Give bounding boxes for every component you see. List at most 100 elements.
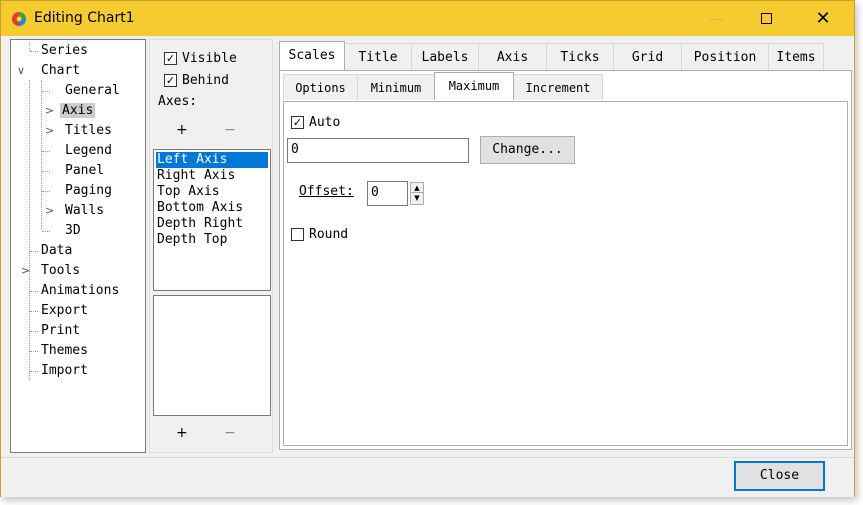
- close-window-button[interactable]: ✕: [800, 1, 846, 36]
- tree-item-paging[interactable]: Paging: [63, 182, 114, 200]
- chevron-down-icon[interactable]: ∨: [17, 62, 27, 80]
- chevron-right-icon[interactable]: >: [45, 202, 55, 220]
- tree-item-legend[interactable]: Legend: [63, 142, 114, 160]
- tree-item-data[interactable]: Data: [39, 242, 74, 260]
- tree-item-export[interactable]: Export: [39, 302, 90, 320]
- tree-connector: [41, 80, 42, 230]
- tree-item-general[interactable]: General: [63, 82, 122, 100]
- chevron-right-icon[interactable]: >: [45, 122, 55, 140]
- axes-label: Axes:: [158, 94, 198, 109]
- tree-item-label: Chart: [41, 63, 81, 78]
- tree-item-panel[interactable]: Panel: [63, 162, 106, 180]
- tree-item-titles[interactable]: Titles: [63, 122, 114, 140]
- change-button[interactable]: Change...: [480, 136, 575, 164]
- close-icon: ✕: [815, 8, 831, 29]
- offset-label: Offset:: [299, 184, 354, 199]
- chevron-right-icon[interactable]: >: [21, 262, 31, 280]
- tree-connector: [42, 191, 50, 192]
- spin-up-icon[interactable]: ▲: [411, 183, 423, 193]
- subtab-increment[interactable]: Increment: [513, 74, 603, 100]
- list-item[interactable]: Bottom Axis: [154, 200, 270, 216]
- tab-scales[interactable]: Scales: [279, 41, 345, 70]
- auto-label: Auto: [309, 115, 341, 130]
- minimize-button[interactable]: —: [694, 1, 740, 36]
- tab-items[interactable]: Items: [768, 43, 824, 70]
- add-axis-button[interactable]: +: [176, 122, 188, 138]
- tree-item-label: Series: [41, 43, 88, 58]
- tree-connector: [30, 51, 38, 52]
- maximize-button[interactable]: [743, 1, 789, 36]
- remove-axis-button[interactable]: −: [224, 122, 236, 138]
- round-checkbox[interactable]: [291, 228, 304, 241]
- options-tree: Series ∨ Chart General > Axis > Titles L…: [10, 39, 146, 453]
- maximize-icon: [760, 13, 772, 24]
- tree-connector: [29, 80, 30, 380]
- tree-item-axis[interactable]: Axis: [60, 102, 96, 120]
- add-custom-axis-button[interactable]: +: [176, 425, 188, 441]
- scales-panel: Options Minimum Maximum Increment ✓ Auto…: [279, 70, 852, 450]
- tree-connector: [42, 91, 50, 92]
- list-item[interactable]: Depth Top: [154, 232, 270, 248]
- tree-item-animations[interactable]: Animations: [39, 282, 121, 300]
- axes-list[interactable]: Left Axis Right Axis Top Axis Bottom Axi…: [153, 149, 271, 291]
- tree-item-label: 3D: [65, 223, 81, 238]
- tab-ticks[interactable]: Ticks: [546, 43, 614, 70]
- tab-labels[interactable]: Labels: [411, 43, 479, 70]
- tree-item-import[interactable]: Import: [39, 362, 90, 380]
- maximum-value-input[interactable]: 0: [287, 138, 469, 163]
- tree-connector: [30, 371, 38, 372]
- list-item[interactable]: Left Axis: [156, 152, 268, 168]
- tree-connector: [30, 251, 38, 252]
- tree-item-series[interactable]: Series: [39, 42, 90, 60]
- axes-panel: ✓ Visible ✓ Behind Axes: + − Left Axis R…: [149, 39, 273, 453]
- editor-window: Editing Chart1 — ✕ Series ∨ Chart Genera…: [0, 0, 855, 497]
- tab-grid[interactable]: Grid: [613, 43, 682, 70]
- close-button[interactable]: Close: [734, 461, 825, 491]
- tree-connector: [30, 331, 38, 332]
- maximum-panel: ✓ Auto 0 Change... Offset: 0 ▲ ▼ Round: [283, 101, 848, 446]
- list-item[interactable]: Depth Right: [154, 216, 270, 232]
- chart-app-icon: [12, 12, 26, 26]
- tree-item-label: Data: [41, 243, 73, 258]
- subtab-minimum[interactable]: Minimum: [357, 74, 435, 100]
- tree-item-label: Titles: [65, 123, 112, 138]
- visible-label: Visible: [182, 51, 237, 66]
- offset-spinner[interactable]: ▲ ▼: [410, 182, 424, 205]
- tree-item-label: Panel: [65, 163, 105, 178]
- tree-item-themes[interactable]: Themes: [39, 342, 90, 360]
- tree-connector: [42, 151, 50, 152]
- subtab-options[interactable]: Options: [283, 74, 358, 100]
- remove-custom-axis-button[interactable]: −: [224, 425, 236, 441]
- round-label: Round: [309, 227, 349, 242]
- behind-checkbox[interactable]: ✓: [164, 74, 177, 87]
- tree-item-print[interactable]: Print: [39, 322, 82, 340]
- tree-item-label: Paging: [65, 183, 112, 198]
- custom-axes-list[interactable]: [153, 295, 271, 416]
- tree-item-label: Export: [41, 303, 88, 318]
- tree-item-label: General: [65, 83, 120, 98]
- tab-title[interactable]: Title: [344, 43, 412, 70]
- tab-axis[interactable]: Axis: [478, 43, 547, 70]
- tree-connector: [30, 311, 38, 312]
- tree-item-tools[interactable]: Tools: [39, 262, 82, 280]
- tree-item-label: Themes: [41, 343, 88, 358]
- tree-item-label: Legend: [65, 143, 112, 158]
- tree-item-label: Tools: [41, 263, 81, 278]
- window-title: Editing Chart1: [34, 10, 135, 26]
- list-item[interactable]: Right Axis: [154, 168, 270, 184]
- spin-down-icon[interactable]: ▼: [411, 193, 423, 203]
- auto-checkbox[interactable]: ✓: [291, 116, 304, 129]
- subtab-maximum[interactable]: Maximum: [434, 72, 514, 100]
- chevron-right-icon[interactable]: >: [45, 102, 55, 120]
- tab-position[interactable]: Position: [681, 43, 769, 70]
- offset-input[interactable]: 0: [367, 181, 408, 206]
- tree-item-label: Animations: [41, 283, 120, 298]
- list-item[interactable]: Top Axis: [154, 184, 270, 200]
- tree-item-walls[interactable]: Walls: [63, 202, 106, 220]
- tree-item-label: Walls: [65, 203, 105, 218]
- visible-checkbox[interactable]: ✓: [164, 52, 177, 65]
- tree-item-label: Import: [41, 363, 88, 378]
- tree-connector: [42, 231, 50, 232]
- tree-item-3d[interactable]: 3D: [63, 222, 83, 240]
- tree-item-chart[interactable]: Chart: [39, 62, 82, 80]
